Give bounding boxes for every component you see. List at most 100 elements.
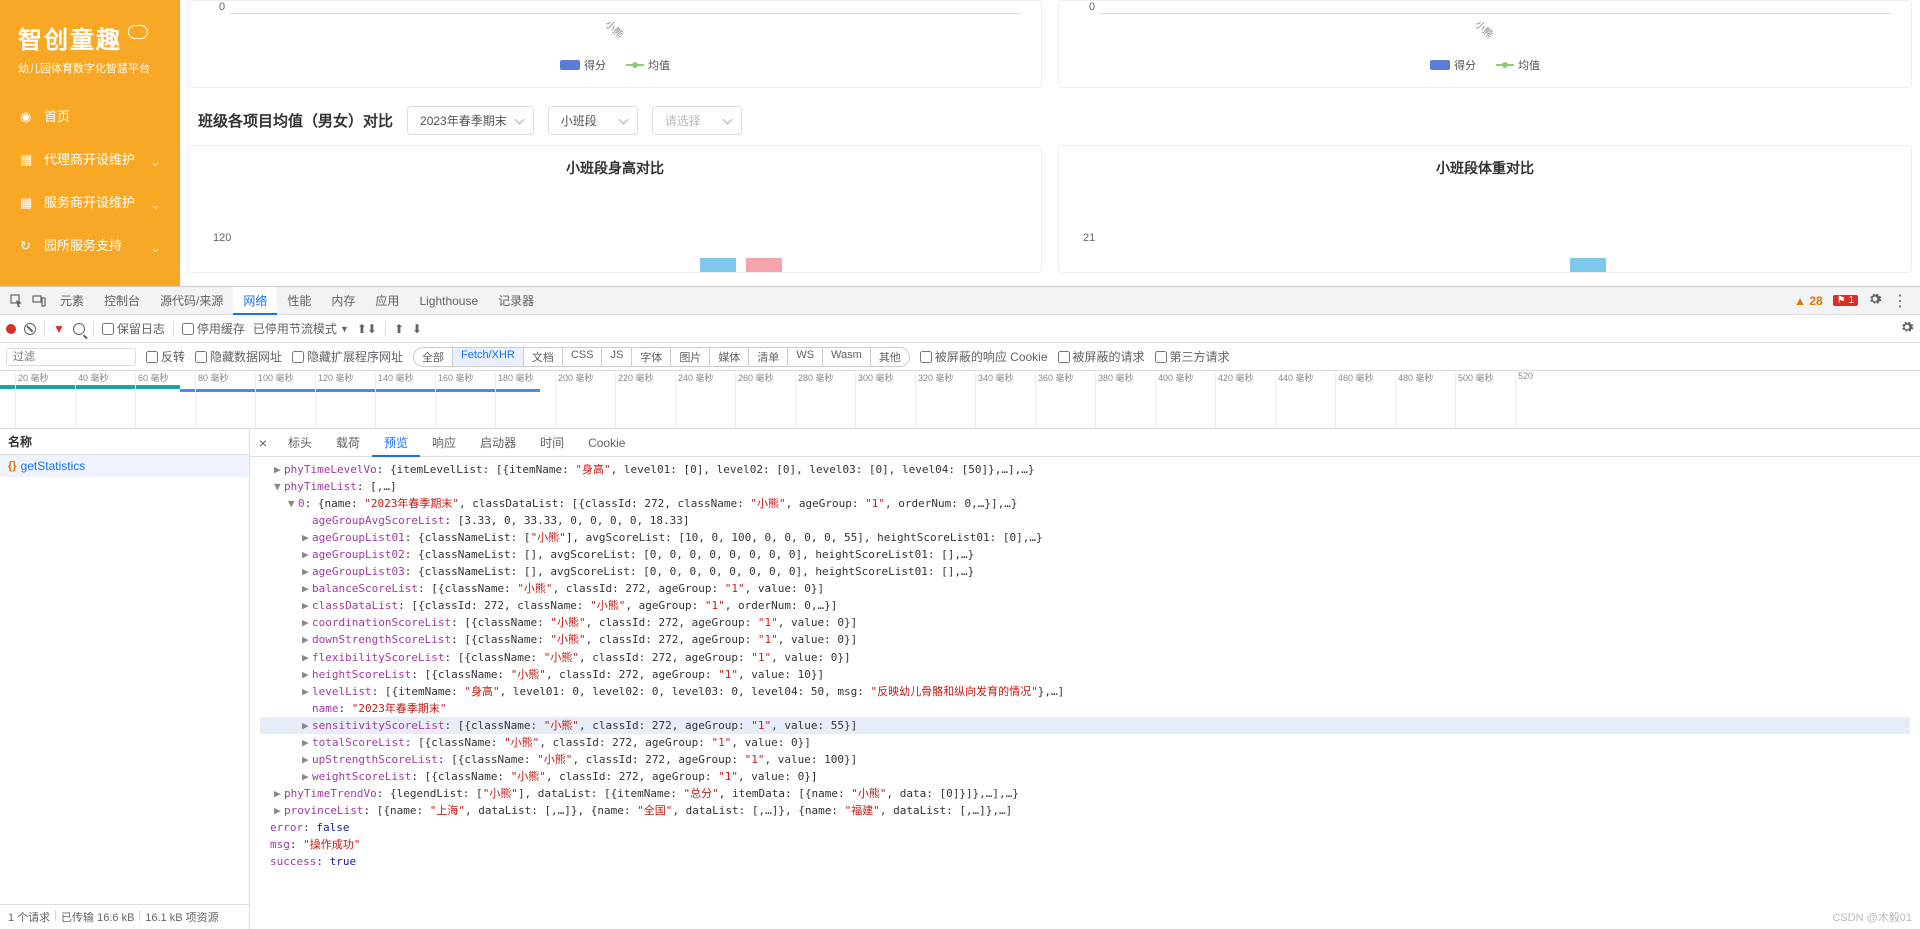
devtools-tab[interactable]: 网络: [233, 287, 277, 315]
preview-line[interactable]: success: true: [260, 853, 1910, 870]
request-item[interactable]: {} getStatistics: [0, 455, 249, 477]
response-preview[interactable]: ▶phyTimeLevelVo: {itemLevelList: [{itemN…: [250, 457, 1920, 929]
detail-tab[interactable]: 时间: [528, 429, 576, 457]
filter-pill[interactable]: 全部: [414, 348, 453, 366]
hide-ext-url-checkbox[interactable]: 隐藏扩展程序网址: [292, 348, 403, 365]
error-count[interactable]: ⚑ 1: [1833, 295, 1858, 306]
preview-line[interactable]: ▼0: {name: "2023年春季期末", classDataList: […: [260, 495, 1910, 512]
blocked-cookies-checkbox[interactable]: 被屏蔽的响应 Cookie: [920, 348, 1048, 365]
preview-line[interactable]: ▼phyTimeList: [,…]: [260, 478, 1910, 495]
filter-pill[interactable]: Wasm: [823, 348, 871, 366]
timeline[interactable]: 20 毫秒40 毫秒60 毫秒80 毫秒100 毫秒120 毫秒140 毫秒16…: [0, 371, 1920, 429]
warning-count[interactable]: ▲ 28: [1794, 294, 1823, 308]
preview-line[interactable]: ▶ageGroupList01: {classNameList: ["小熊"],…: [260, 529, 1910, 546]
devtools-tab[interactable]: Lighthouse: [409, 287, 488, 315]
download-icon[interactable]: ⬇: [412, 322, 422, 336]
timeline-tick: 500 毫秒: [1455, 371, 1494, 428]
legend-item-avg[interactable]: 均值: [626, 57, 670, 73]
filter-pill[interactable]: 其他: [871, 348, 909, 366]
filter-pill[interactable]: 清单: [749, 348, 788, 366]
preview-line[interactable]: ▶phyTimeLevelVo: {itemLevelList: [{itemN…: [260, 461, 1910, 478]
preview-line[interactable]: ▶ageGroupList02: {classNameList: [], avg…: [260, 546, 1910, 563]
wifi-icon[interactable]: ⬆⬇: [357, 322, 377, 336]
inspect-icon[interactable]: [6, 290, 28, 312]
xhr-icon: {}: [8, 460, 17, 472]
preview-line[interactable]: name: "2023年春季期末": [260, 700, 1910, 717]
preview-line[interactable]: ageGroupAvgScoreList: [3.33, 0, 33.33, 0…: [260, 512, 1910, 529]
preview-line[interactable]: ▶upStrengthScoreList: [{className: "小熊",…: [260, 751, 1910, 768]
detail-tab[interactable]: 标头: [276, 429, 324, 457]
device-toggle-icon[interactable]: [28, 290, 50, 312]
devtools-tabstrip: 元素控制台源代码/来源网络性能内存应用Lighthouse记录器 ▲ 28 ⚑ …: [0, 287, 1920, 315]
nav-item[interactable]: ▦服务商开设维护⌄: [0, 180, 180, 223]
nav-item[interactable]: ↻园所服务支持⌄: [0, 223, 180, 266]
gear-icon[interactable]: [1868, 292, 1882, 309]
filter-pill[interactable]: CSS: [563, 348, 603, 366]
devtools-tab[interactable]: 性能: [277, 287, 321, 315]
timeline-tick: 360 毫秒: [1035, 371, 1074, 428]
timeline-tick: 160 毫秒: [435, 371, 474, 428]
preview-line[interactable]: ▶flexibilityScoreList: [{className: "小熊"…: [260, 649, 1910, 666]
filter-pill[interactable]: 字体: [632, 348, 671, 366]
request-list-header[interactable]: 名称: [0, 429, 249, 455]
nav-item[interactable]: ◉首页: [0, 94, 180, 137]
close-icon[interactable]: ×: [250, 435, 276, 451]
record-icon[interactable]: [6, 324, 16, 334]
kebab-icon[interactable]: ⋮: [1892, 291, 1908, 311]
preview-line[interactable]: ▶downStrengthScoreList: [{className: "小熊…: [260, 631, 1910, 648]
preserve-log-checkbox[interactable]: 保留日志: [102, 320, 165, 337]
clear-icon[interactable]: [24, 323, 36, 335]
select-extra[interactable]: 请选择: [652, 106, 742, 135]
devtools-tab[interactable]: 源代码/来源: [150, 287, 233, 315]
filter-input[interactable]: [6, 348, 136, 366]
filter-pill[interactable]: 媒体: [710, 348, 749, 366]
devtools-tab[interactable]: 应用: [365, 287, 409, 315]
preview-line[interactable]: msg: "操作成功": [260, 836, 1910, 853]
legend-item-avg[interactable]: 均值: [1496, 57, 1540, 73]
preview-line[interactable]: ▶levelList: [{itemName: "身高", level01: 0…: [260, 683, 1910, 700]
detail-tab[interactable]: 载荷: [324, 429, 372, 457]
disable-cache-checkbox[interactable]: 停用缓存: [182, 320, 245, 337]
detail-tab[interactable]: Cookie: [576, 429, 637, 457]
select-grade[interactable]: 小班段: [548, 106, 638, 135]
filter-icon[interactable]: ▼: [53, 322, 65, 336]
detail-tab[interactable]: 预览: [372, 429, 420, 457]
select-term[interactable]: 2023年春季期末: [407, 106, 534, 135]
preview-line[interactable]: ▶totalScoreList: [{className: "小熊", clas…: [260, 734, 1910, 751]
preview-line[interactable]: ▶heightScoreList: [{className: "小熊", cla…: [260, 666, 1910, 683]
third-party-checkbox[interactable]: 第三方请求: [1155, 348, 1230, 365]
throttle-select[interactable]: 已停用节流模式 ▼: [253, 320, 349, 337]
gear-icon[interactable]: [1900, 323, 1914, 337]
resource-type-filter: 全部Fetch/XHR文档CSSJS字体图片媒体清单WSWasm其他: [413, 347, 910, 367]
preview-line[interactable]: ▶weightScoreList: [{className: "小熊", cla…: [260, 768, 1910, 785]
legend-item-score[interactable]: 得分: [560, 57, 606, 73]
detail-tab[interactable]: 响应: [420, 429, 468, 457]
devtools-tab[interactable]: 元素: [50, 287, 94, 315]
devtools-tab[interactable]: 控制台: [94, 287, 150, 315]
nav-item[interactable]: ▦代理商开设维护⌄: [0, 137, 180, 180]
devtools-panel: 元素控制台源代码/来源网络性能内存应用Lighthouse记录器 ▲ 28 ⚑ …: [0, 286, 1920, 929]
filter-pill[interactable]: 文档: [524, 348, 563, 366]
preview-line[interactable]: ▶coordinationScoreList: [{className: "小熊…: [260, 614, 1910, 631]
invert-checkbox[interactable]: 反转: [146, 348, 185, 365]
detail-tab[interactable]: 启动器: [468, 429, 528, 457]
request-name: getStatistics: [21, 459, 86, 473]
preview-line[interactable]: ▶ageGroupList03: {classNameList: [], avg…: [260, 563, 1910, 580]
blocked-requests-checkbox[interactable]: 被屏蔽的请求: [1058, 348, 1145, 365]
preview-line[interactable]: ▶phyTimeTrendVo: {legendList: ["小熊"], da…: [260, 785, 1910, 802]
preview-line[interactable]: ▶provinceList: [{name: "上海", dataList: […: [260, 802, 1910, 819]
upload-icon[interactable]: ⬆: [394, 322, 404, 336]
filter-pill[interactable]: JS: [602, 348, 632, 366]
legend-item-score[interactable]: 得分: [1430, 57, 1476, 73]
filter-pill[interactable]: WS: [788, 348, 823, 366]
filter-pill[interactable]: 图片: [671, 348, 710, 366]
filter-pill[interactable]: Fetch/XHR: [453, 348, 524, 366]
preview-line[interactable]: ▶sensitivityScoreList: [{className: "小熊"…: [260, 717, 1910, 734]
devtools-tab[interactable]: 记录器: [488, 287, 544, 315]
preview-line[interactable]: ▶balanceScoreList: [{className: "小熊", cl…: [260, 580, 1910, 597]
devtools-tab[interactable]: 内存: [321, 287, 365, 315]
search-icon[interactable]: [73, 323, 85, 335]
preview-line[interactable]: error: false: [260, 819, 1910, 836]
preview-line[interactable]: ▶classDataList: [{classId: 272, classNam…: [260, 597, 1910, 614]
hide-data-url-checkbox[interactable]: 隐藏数据网址: [195, 348, 282, 365]
